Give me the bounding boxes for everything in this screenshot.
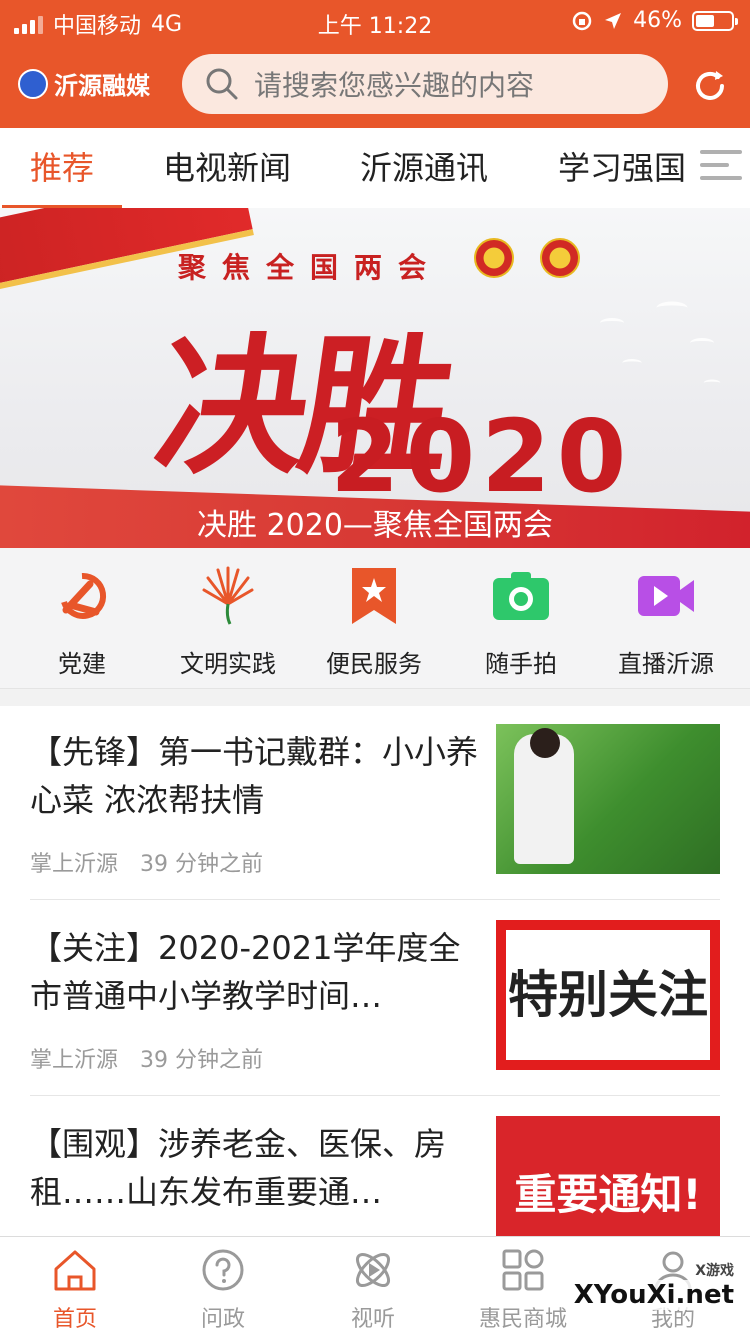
news-source: 掌上沂源 — [30, 1048, 119, 1073]
banner-caption: 决胜 2020—聚焦全国两会 — [197, 508, 553, 543]
quick-entry-civilization[interactable]: 文明实践 — [153, 566, 303, 679]
news-time: 39 分钟之前 — [140, 852, 264, 877]
tab-tv-news[interactable]: 电视新闻 — [163, 128, 291, 208]
news-thumbnail: 特别关注 — [496, 920, 720, 1070]
news-thumbnail — [496, 724, 720, 874]
national-emblem-icon — [474, 238, 514, 278]
app-logo[interactable]: 沂源融媒 — [18, 66, 150, 101]
play-orbit-icon — [355, 1252, 391, 1288]
tab-study-platform[interactable]: 学习强国 — [558, 128, 686, 208]
battery-percentage: 46% — [633, 8, 682, 33]
bookmark-star-icon — [344, 566, 404, 626]
question-icon — [202, 1249, 244, 1291]
orientation-lock-icon — [572, 11, 592, 30]
news-item[interactable]: 【关注】2020-2021学年度全市普通中小学教学时间… 掌上沂源 39 分钟之前… — [30, 902, 720, 1098]
banner-subtitle: 聚焦全国两会 — [178, 251, 443, 284]
nav-media[interactable]: 视听 — [298, 1247, 448, 1333]
flower-icon — [198, 566, 258, 626]
quick-entry-live[interactable]: 直播沂源 — [591, 566, 741, 679]
location-arrow-icon — [605, 12, 622, 29]
cppcc-emblem-icon — [540, 238, 580, 278]
quick-entry-party[interactable]: 党建 — [7, 566, 157, 679]
watermark: X游戏 XYouXi.net — [567, 1263, 740, 1310]
quick-entry-snapshot[interactable]: 随手拍 — [446, 566, 596, 679]
logo-text: 沂源融媒 — [54, 72, 150, 100]
refresh-icon[interactable] — [690, 66, 730, 106]
app-bar: 沂源融媒 请搜索您感兴趣的内容 — [0, 42, 750, 128]
video-icon — [636, 566, 696, 626]
party-icon — [52, 566, 112, 626]
tab-recommend[interactable]: 推荐 — [1, 128, 123, 208]
news-item[interactable]: 【先锋】第一书记戴群：小小养心菜 浓浓帮扶情 掌上沂源 39 分钟之前 — [30, 706, 720, 902]
quick-entry-services[interactable]: 便民服务 — [299, 566, 449, 679]
status-bar: 中国移动 4G 上午 11:22 46% — [0, 0, 750, 42]
quick-entries: 党建 文明实践 便民服务 随手拍 直播沂源 — [0, 548, 750, 688]
thumbnail-text: 重要通知! — [514, 1169, 702, 1219]
news-title: 【关注】2020-2021学年度全市普通中小学教学时间… — [30, 929, 461, 1015]
thumbnail-text: 特别关注 — [508, 966, 708, 1024]
channel-tabs: 推荐 电视新闻 沂源通讯 学习强国 — [0, 128, 750, 208]
news-source: 掌上沂源 — [30, 852, 119, 877]
header: 中国移动 4G 上午 11:22 46% 沂源融媒 请搜索您感兴趣的内容 — [0, 0, 750, 128]
battery-icon — [692, 10, 738, 31]
search-icon — [206, 68, 238, 100]
channel-menu-icon[interactable] — [700, 150, 742, 186]
news-time: 39 分钟之前 — [140, 1048, 264, 1073]
nav-home[interactable]: 首页 — [0, 1247, 150, 1333]
camera-icon — [491, 566, 551, 626]
news-title: 【先锋】第一书记戴群：小小养心菜 浓浓帮扶情 — [30, 733, 479, 819]
tab-yiyuan-news[interactable]: 沂源通讯 — [360, 128, 488, 208]
logo-mark-icon — [18, 68, 48, 99]
search-input[interactable]: 请搜索您感兴趣的内容 — [182, 54, 668, 114]
home-icon — [54, 1250, 96, 1291]
banner-year: 2020 — [330, 398, 633, 515]
nav-inquiry[interactable]: 问政 — [148, 1247, 298, 1333]
search-placeholder: 请搜索您感兴趣的内容 — [254, 69, 535, 102]
news-title: 【围观】涉养老金、医保、房租……山东发布重要通… — [30, 1125, 447, 1211]
grid-icon — [502, 1249, 544, 1291]
hero-banner[interactable]: 聚焦全国两会 决胜 2020 决胜 2020—聚焦全国两会 — [0, 208, 750, 548]
